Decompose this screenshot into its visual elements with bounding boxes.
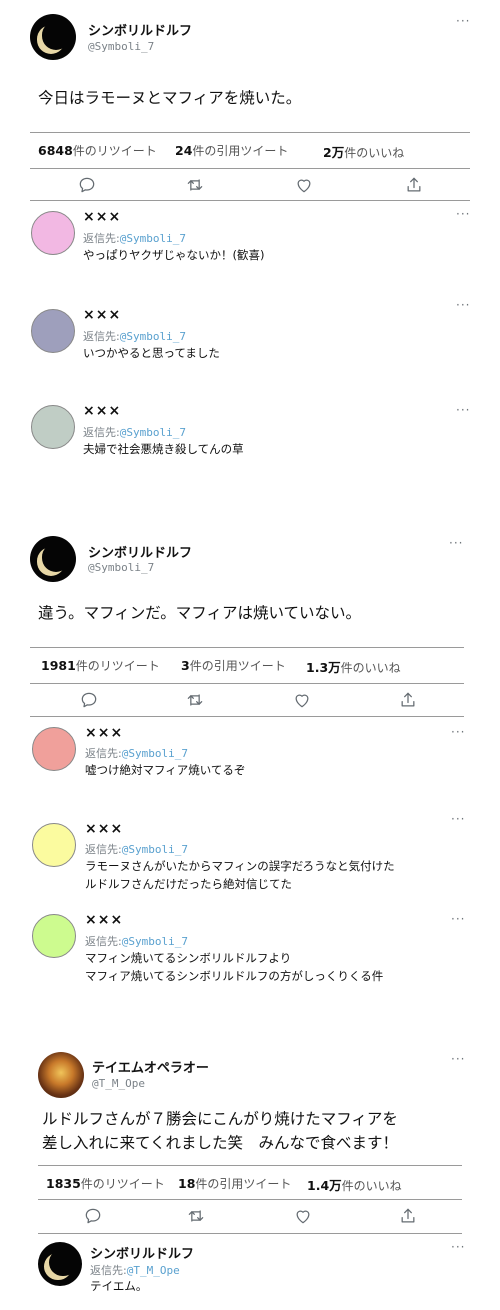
like-icon[interactable]	[292, 690, 312, 710]
more-icon[interactable]: ···	[456, 403, 470, 417]
reply-author-name[interactable]: ×××	[85, 912, 123, 928]
divider	[30, 132, 470, 133]
reply-to-label: 返信先:@Symboli_7	[83, 232, 186, 245]
divider	[38, 1165, 462, 1166]
mention-link[interactable]: @Symboli_7	[120, 232, 186, 245]
retweet-icon[interactable]	[186, 1206, 206, 1226]
retweet-count[interactable]: 6848件のリツイート	[38, 142, 157, 159]
share-icon[interactable]	[398, 690, 418, 710]
reply-to-label: 返信先:@Symboli_7	[83, 426, 186, 439]
reply-text: テイエム。	[90, 1279, 148, 1293]
like-count[interactable]: 1.4万件のいいね	[307, 1175, 402, 1194]
retweet-icon[interactable]	[185, 175, 205, 195]
reply-text-line2: マフィア焼いてるシンボリルドルフの方がしっくりくる件	[85, 969, 384, 983]
reply-author-name[interactable]: ×××	[85, 821, 123, 837]
quote-count[interactable]: 18件の引用ツイート	[178, 1175, 291, 1192]
reply-author-name[interactable]: ×××	[85, 725, 123, 741]
divider	[30, 716, 464, 717]
reply-text-line1: マフィン焼いてるシンボリルドルフより	[85, 951, 292, 965]
mention-link[interactable]: @T_M_Ope	[127, 1264, 180, 1277]
mention-link[interactable]: @Symboli_7	[120, 426, 186, 439]
reply-author-name[interactable]: ×××	[83, 403, 121, 419]
reply-to-label: 返信先:@Symboli_7	[83, 330, 186, 343]
reply-author-name[interactable]: ×××	[83, 209, 121, 225]
avatar[interactable]	[30, 536, 76, 582]
like-icon[interactable]	[294, 175, 314, 195]
retweet-count[interactable]: 1835件のリツイート	[46, 1175, 165, 1192]
author-handle[interactable]: @T_M_Ope	[92, 1077, 145, 1090]
more-icon[interactable]: ···	[456, 207, 470, 221]
author-handle[interactable]: @Symboli_7	[88, 561, 154, 574]
divider	[30, 683, 464, 684]
mention-link[interactable]: @Symboli_7	[122, 843, 188, 856]
avatar[interactable]	[38, 1242, 82, 1286]
tweet-text: 今日はラモーヌとマフィアを焼いた。	[38, 89, 302, 107]
tweet-text-line1: ルドルフさんが７勝会にこんがり焼けたマフィアを	[42, 1110, 398, 1128]
reply-text: 夫婦で社会悪焼き殺してんの草	[83, 442, 244, 456]
reply-text-line2: ルドルフさんだけだったら絶対信じてた	[85, 877, 292, 891]
tweet-text-line2: 差し入れに来てくれました笑 みんなで食べます！	[42, 1134, 399, 1152]
reply-author-name[interactable]: ×××	[83, 307, 121, 323]
reply-text: いつかやると思ってました	[83, 346, 220, 360]
more-icon[interactable]: ···	[449, 536, 463, 550]
divider	[30, 200, 470, 201]
more-icon[interactable]: ···	[451, 1240, 465, 1254]
reply-author-name[interactable]: シンボリルドルフ	[90, 1243, 194, 1262]
avatar[interactable]	[30, 14, 76, 60]
more-icon[interactable]: ···	[456, 298, 470, 312]
more-icon[interactable]: ···	[451, 725, 465, 739]
reply-icon[interactable]	[77, 175, 97, 195]
avatar[interactable]	[32, 727, 76, 771]
reply-to-label: 返信先:@Symboli_7	[85, 747, 188, 760]
retweet-count[interactable]: 1981件のリツイート	[41, 657, 160, 674]
avatar[interactable]	[38, 1052, 84, 1098]
author-name[interactable]: シンボリルドルフ	[88, 20, 192, 39]
avatar[interactable]	[31, 211, 75, 255]
more-icon[interactable]: ···	[456, 14, 470, 28]
reply-icon[interactable]	[83, 1206, 103, 1226]
mention-link[interactable]: @Symboli_7	[122, 747, 188, 760]
mention-link[interactable]: @Symboli_7	[122, 935, 188, 948]
author-name[interactable]: シンボリルドルフ	[88, 542, 192, 561]
reply-icon[interactable]	[79, 690, 99, 710]
reply-text: 嘘つけ絶対マフィア焼いてるぞ	[85, 763, 246, 777]
author-name[interactable]: テイエムオペラオー	[92, 1057, 209, 1076]
quote-count[interactable]: 24件の引用ツイート	[175, 142, 288, 159]
avatar[interactable]	[31, 405, 75, 449]
share-icon[interactable]	[398, 1206, 418, 1226]
reply-text: やっぱりヤクザじゃないか！(歓喜)	[83, 248, 265, 262]
like-count[interactable]: 1.3万件のいいね	[306, 657, 401, 676]
divider	[38, 1233, 462, 1234]
author-handle[interactable]: @Symboli_7	[88, 40, 154, 53]
avatar[interactable]	[32, 823, 76, 867]
share-icon[interactable]	[404, 175, 424, 195]
reply-to-label: 返信先:@Symboli_7	[85, 843, 188, 856]
like-count[interactable]: 2万件のいいね	[323, 142, 404, 161]
more-icon[interactable]: ···	[451, 912, 465, 926]
mention-link[interactable]: @Symboli_7	[120, 330, 186, 343]
divider	[38, 1199, 462, 1200]
quote-count[interactable]: 3件の引用ツイート	[181, 657, 286, 674]
retweet-icon[interactable]	[185, 690, 205, 710]
like-icon[interactable]	[293, 1206, 313, 1226]
reply-to-label: 返信先:@T_M_Ope	[90, 1264, 180, 1277]
avatar[interactable]	[31, 309, 75, 353]
avatar[interactable]	[32, 914, 76, 958]
reply-to-label: 返信先:@Symboli_7	[85, 935, 188, 948]
tweet-text: 違う。マフィンだ。マフィアは焼いていない。	[38, 604, 362, 622]
more-icon[interactable]: ···	[451, 812, 465, 826]
reply-text-line1: ラモーヌさんがいたからマフィンの誤字だろうなと気付けた	[85, 859, 395, 873]
divider	[30, 647, 464, 648]
divider	[30, 168, 470, 169]
more-icon[interactable]: ···	[451, 1052, 465, 1066]
